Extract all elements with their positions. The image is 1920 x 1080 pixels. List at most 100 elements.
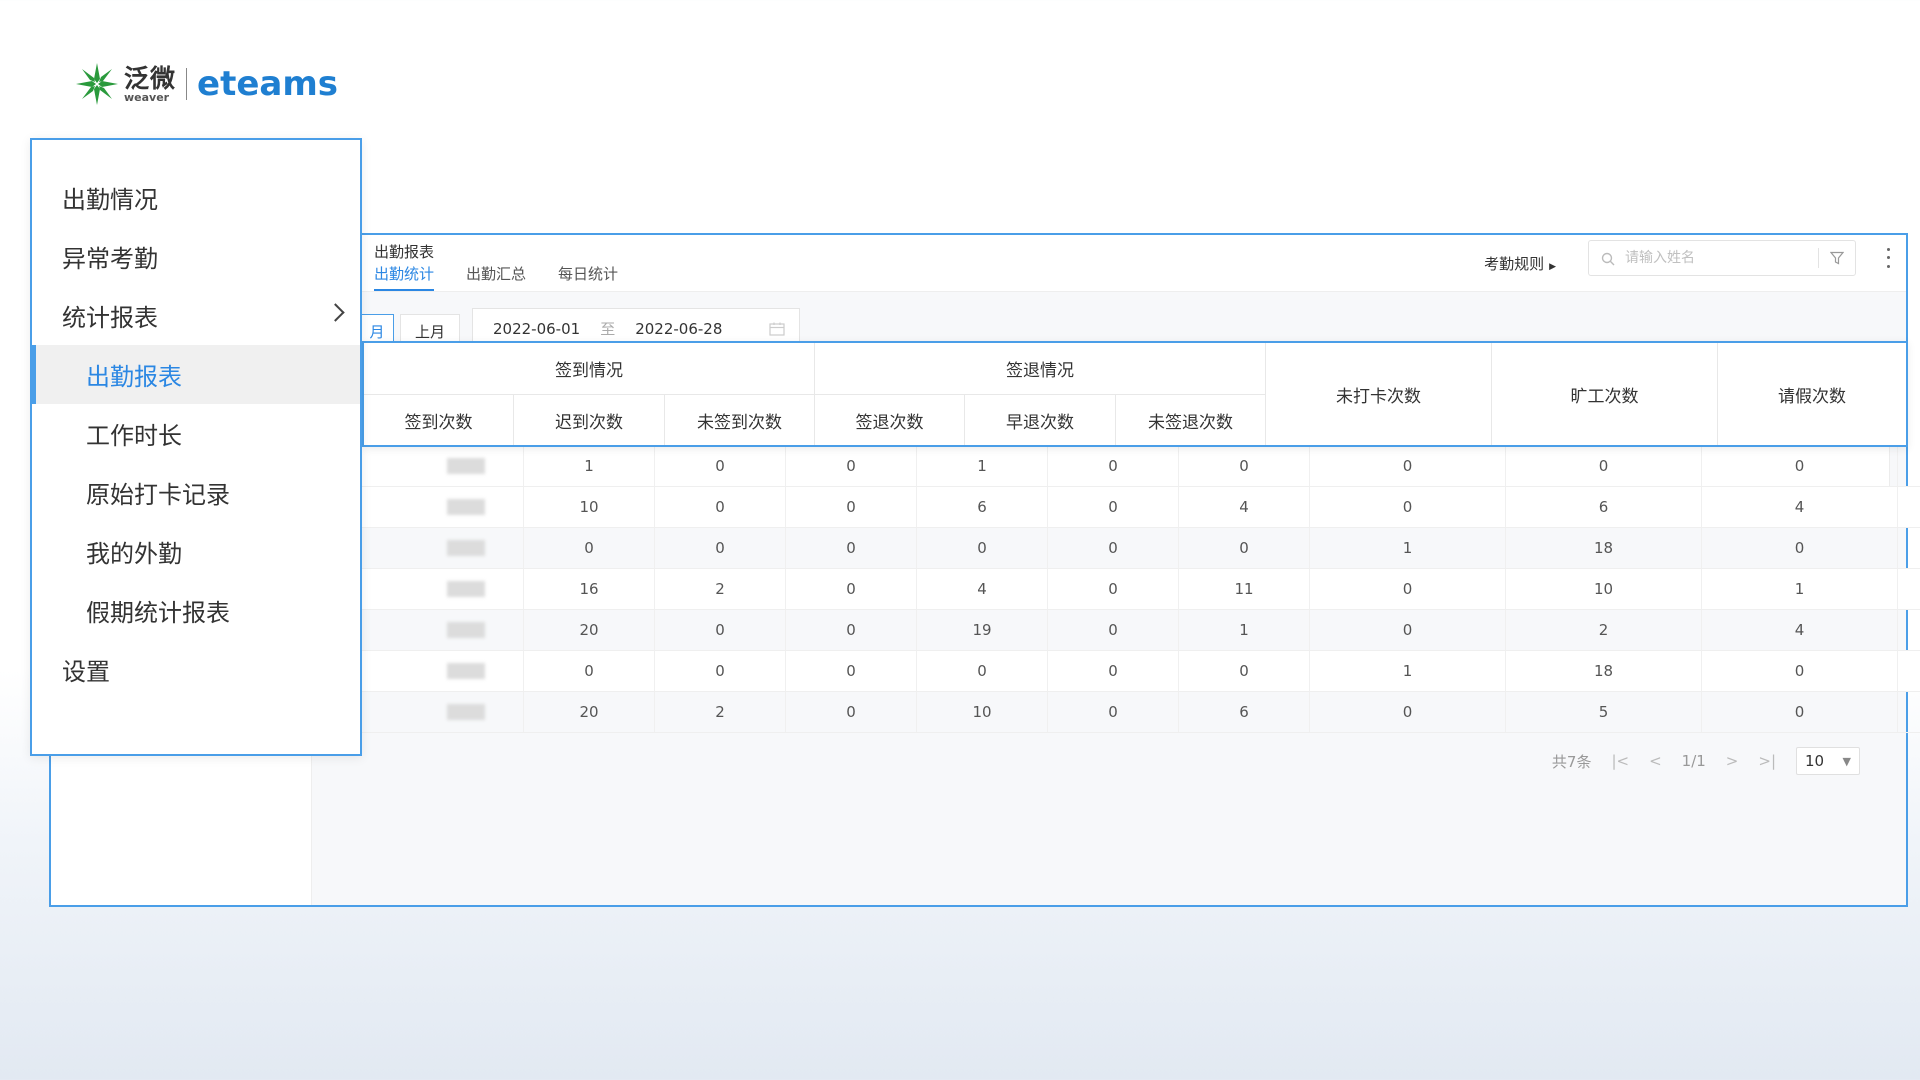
report-header: 出勤报表 出勤统计 出勤汇总 每日统计 考勤规则 ▶: [362, 235, 1906, 292]
table-cell: 0: [524, 528, 655, 568]
table-cell: 1: [917, 446, 1048, 486]
table-row[interactable]: 1 0 0 1 0 0 0 0 0: [362, 446, 1920, 487]
col-checkin-count[interactable]: 签到次数: [364, 395, 514, 445]
table-row[interactable]: 20 0 0 19 0 1 0 2 4: [362, 610, 1920, 651]
table-cell: 0: [1310, 487, 1506, 527]
date-to-separator: 至: [600, 320, 616, 338]
table-cell: 2: [655, 692, 786, 732]
table-cell: 16: [524, 569, 655, 609]
start-date: 2022-06-01: [493, 319, 581, 338]
menu-item-abnormal-attendance[interactable]: 异常考勤: [32, 227, 360, 286]
table-cell: 1: [524, 446, 655, 486]
table-cell: 10: [917, 692, 1048, 732]
table-row[interactable]: 20 2 0 10 0 6 0 5 0: [362, 692, 1920, 733]
table-row[interactable]: 0 0 0 0 0 0 1 18 0: [362, 651, 1920, 692]
table-cell: 0: [786, 487, 917, 527]
tab-attendance-stats[interactable]: 出勤统计: [374, 263, 435, 291]
group-header-checkout: 签退情况: [815, 343, 1266, 395]
col-checkout-count[interactable]: 签退次数: [815, 395, 965, 445]
table-cell: 0: [786, 692, 917, 732]
table-cell: 2: [655, 569, 786, 609]
table-cell: 0: [1179, 446, 1310, 486]
logo-en-text: weaver: [124, 90, 170, 104]
table-cell: 0: [1048, 487, 1179, 527]
menu-item-leave-report[interactable]: 假期统计报表: [32, 581, 360, 640]
side-menu: 出勤情况 异常考勤 统计报表 出勤报表 工作时长 原始打卡记录 我的外勤 假期统…: [30, 138, 362, 756]
table-cell: 0: [1048, 569, 1179, 609]
table-cell: 0: [1702, 692, 1898, 732]
table-cell: 0: [917, 528, 1048, 568]
table-body: 1 0 0 1 0 0 0 0 0 10 0 0 6 0 4 0 6 4 0 0…: [362, 446, 1920, 733]
group-header-checkin: 签到情况: [364, 343, 815, 395]
table-cell: 0: [1048, 610, 1179, 650]
pagination: 共7条 |< < 1/1 > >| 10 ▼: [1552, 747, 1860, 775]
table-cell: 0: [655, 610, 786, 650]
name-search-input[interactable]: [1623, 249, 1818, 267]
table-cell: 0: [1702, 651, 1898, 691]
prev-page-icon[interactable]: <: [1649, 752, 1662, 770]
col-early-leave-count[interactable]: 早退次数: [965, 395, 1116, 445]
col-missed-checkout-count[interactable]: 未签退次数: [1116, 395, 1266, 445]
menu-item-attendance-report[interactable]: 出勤报表: [32, 345, 360, 404]
employee-name-blurred: [362, 446, 524, 486]
table-cell: 0: [786, 528, 917, 568]
first-page-icon[interactable]: |<: [1611, 752, 1629, 770]
more-options-icon[interactable]: [1884, 245, 1892, 271]
col-missed-checkin-count[interactable]: 未签到次数: [665, 395, 815, 445]
menu-item-work-hours[interactable]: 工作时长: [32, 404, 360, 463]
table-cell: 0: [1179, 651, 1310, 691]
col-late-count[interactable]: 迟到次数: [514, 395, 665, 445]
col-leave-count[interactable]: 请假次数: [1718, 343, 1906, 445]
page-size-select[interactable]: 10 ▼: [1796, 747, 1860, 775]
flower-logo-icon: [74, 61, 120, 107]
table-cell: 1: [1310, 528, 1506, 568]
last-page-icon[interactable]: >|: [1758, 752, 1776, 770]
table-cell: 18: [1506, 528, 1702, 568]
employee-name-blurred: [362, 487, 524, 527]
table-cell: 0: [655, 651, 786, 691]
table-cell: 0: [655, 487, 786, 527]
table-cell: 4: [917, 569, 1048, 609]
table-cell: 4: [1702, 487, 1898, 527]
menu-item-reports[interactable]: 统计报表: [32, 286, 360, 345]
table-cell: 6: [1179, 692, 1310, 732]
table-cell: 19: [917, 610, 1048, 650]
menu-item-raw-punch-records[interactable]: 原始打卡记录: [32, 463, 360, 522]
weaver-logo: 泛微 weaver eteams: [74, 60, 338, 108]
table-cell: 4: [1179, 487, 1310, 527]
table-cell: 0: [524, 651, 655, 691]
table-cell: 10: [524, 487, 655, 527]
end-date: 2022-06-28: [635, 319, 723, 338]
table-cell: 1: [1179, 610, 1310, 650]
attendance-rule-button[interactable]: 考勤规则 ▶: [1484, 253, 1556, 274]
col-absent-count[interactable]: 旷工次数: [1492, 343, 1718, 445]
filter-icon[interactable]: [1819, 241, 1855, 275]
table-cell: 20: [524, 692, 655, 732]
table-row[interactable]: 16 2 0 4 0 11 0 10 1: [362, 569, 1920, 610]
page-size-value: 10: [1805, 752, 1825, 770]
table-cell: 0: [786, 446, 917, 486]
table-cell: 1: [1702, 569, 1898, 609]
calendar-icon: [769, 322, 785, 336]
table-row[interactable]: 10 0 0 6 0 4 0 6 4: [362, 487, 1920, 528]
report-tabs: 出勤统计 出勤汇总 每日统计: [374, 263, 618, 291]
caret-right-icon: ▶: [1549, 262, 1556, 272]
menu-item-attendance[interactable]: 出勤情况: [32, 168, 360, 227]
table-cell: 2: [1506, 610, 1702, 650]
menu-item-settings[interactable]: 设置: [32, 640, 360, 699]
table-cell: 0: [1310, 610, 1506, 650]
col-no-punch-count[interactable]: 未打卡次数: [1266, 343, 1492, 445]
next-page-icon[interactable]: >: [1726, 752, 1739, 770]
table-cell: 0: [786, 569, 917, 609]
menu-item-my-field-work[interactable]: 我的外勤: [32, 522, 360, 581]
table-row[interactable]: 0 0 0 0 0 0 1 18 0: [362, 528, 1920, 569]
table-cell: 0: [655, 446, 786, 486]
table-cell: 0: [1310, 692, 1506, 732]
tab-attendance-summary[interactable]: 出勤汇总: [466, 263, 526, 291]
tab-daily-stats[interactable]: 每日统计: [558, 263, 618, 291]
table-cell: 0: [1048, 692, 1179, 732]
table-cell: 18: [1506, 651, 1702, 691]
table-cell: 6: [917, 487, 1048, 527]
table-cell: 0: [1048, 528, 1179, 568]
table-cell: 4: [1702, 610, 1898, 650]
